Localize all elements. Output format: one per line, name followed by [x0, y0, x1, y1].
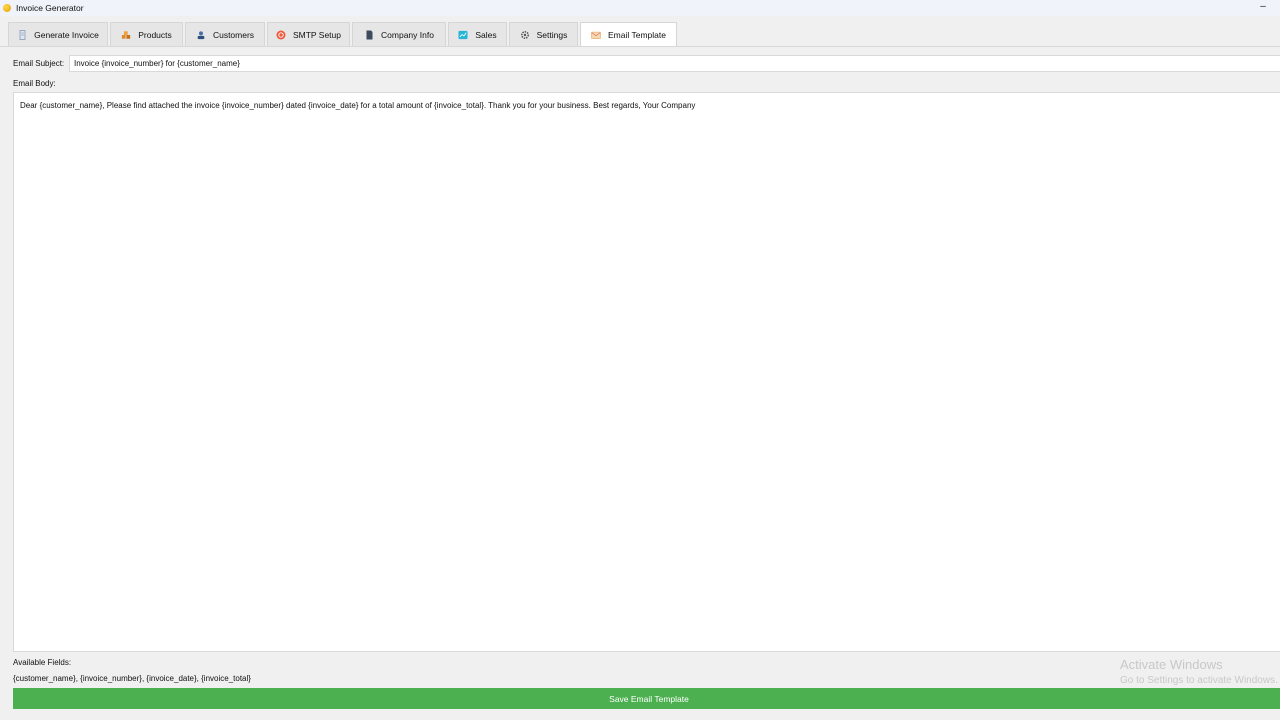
body-label: Email Body: [13, 79, 56, 88]
tab-email-template[interactable]: Email Template [580, 22, 677, 47]
available-fields-label: Available Fields: [13, 658, 72, 667]
products-icon [121, 30, 131, 40]
subject-label: Email Subject: [13, 59, 65, 68]
tab-label: Email Template [608, 30, 666, 40]
tab-generate-invoice[interactable]: Generate Invoice [8, 22, 108, 46]
available-fields-list: {customer_name}, {invoice_number}, {invo… [13, 674, 251, 683]
smtp-icon [276, 30, 286, 40]
tab-customers[interactable]: Customers [185, 22, 265, 46]
body-text: Dear {customer_name}, Please find attach… [20, 101, 696, 110]
sales-icon [458, 30, 468, 40]
tab-settings[interactable]: Settings [509, 22, 578, 46]
activate-windows-title: Activate Windows [1120, 657, 1223, 672]
tab-label: Settings [536, 29, 568, 40]
minimize-button[interactable]: – [1258, 1, 1268, 13]
tab-label: Generate Invoice [34, 29, 99, 40]
tab-label: Customers [212, 29, 255, 40]
activate-windows-subtitle: Go to Settings to activate Windows. [1120, 675, 1278, 686]
tab-label: Company Info [381, 29, 434, 40]
company-icon [364, 30, 374, 40]
tab-label: Sales [475, 29, 497, 40]
save-email-template-button[interactable]: Save Email Template [13, 688, 1280, 709]
body-textarea[interactable]: Dear {customer_name}, Please find attach… [13, 92, 1280, 652]
app-icon [3, 4, 11, 12]
tab-products[interactable]: Products [110, 22, 183, 46]
title-bar: Invoice Generator – [0, 0, 1280, 16]
settings-icon [520, 30, 530, 40]
email-template-icon [591, 30, 601, 40]
tab-sales[interactable]: Sales [448, 22, 507, 46]
window-title: Invoice Generator [16, 3, 84, 13]
tab-label: SMTP Setup [292, 29, 342, 40]
tab-label: Products [138, 29, 172, 40]
tab-company-info[interactable]: Company Info [352, 22, 446, 46]
customers-icon [196, 30, 206, 40]
tab-smtp-setup[interactable]: SMTP Setup [267, 22, 350, 46]
invoice-icon [17, 29, 27, 40]
subject-input[interactable] [69, 55, 1280, 72]
